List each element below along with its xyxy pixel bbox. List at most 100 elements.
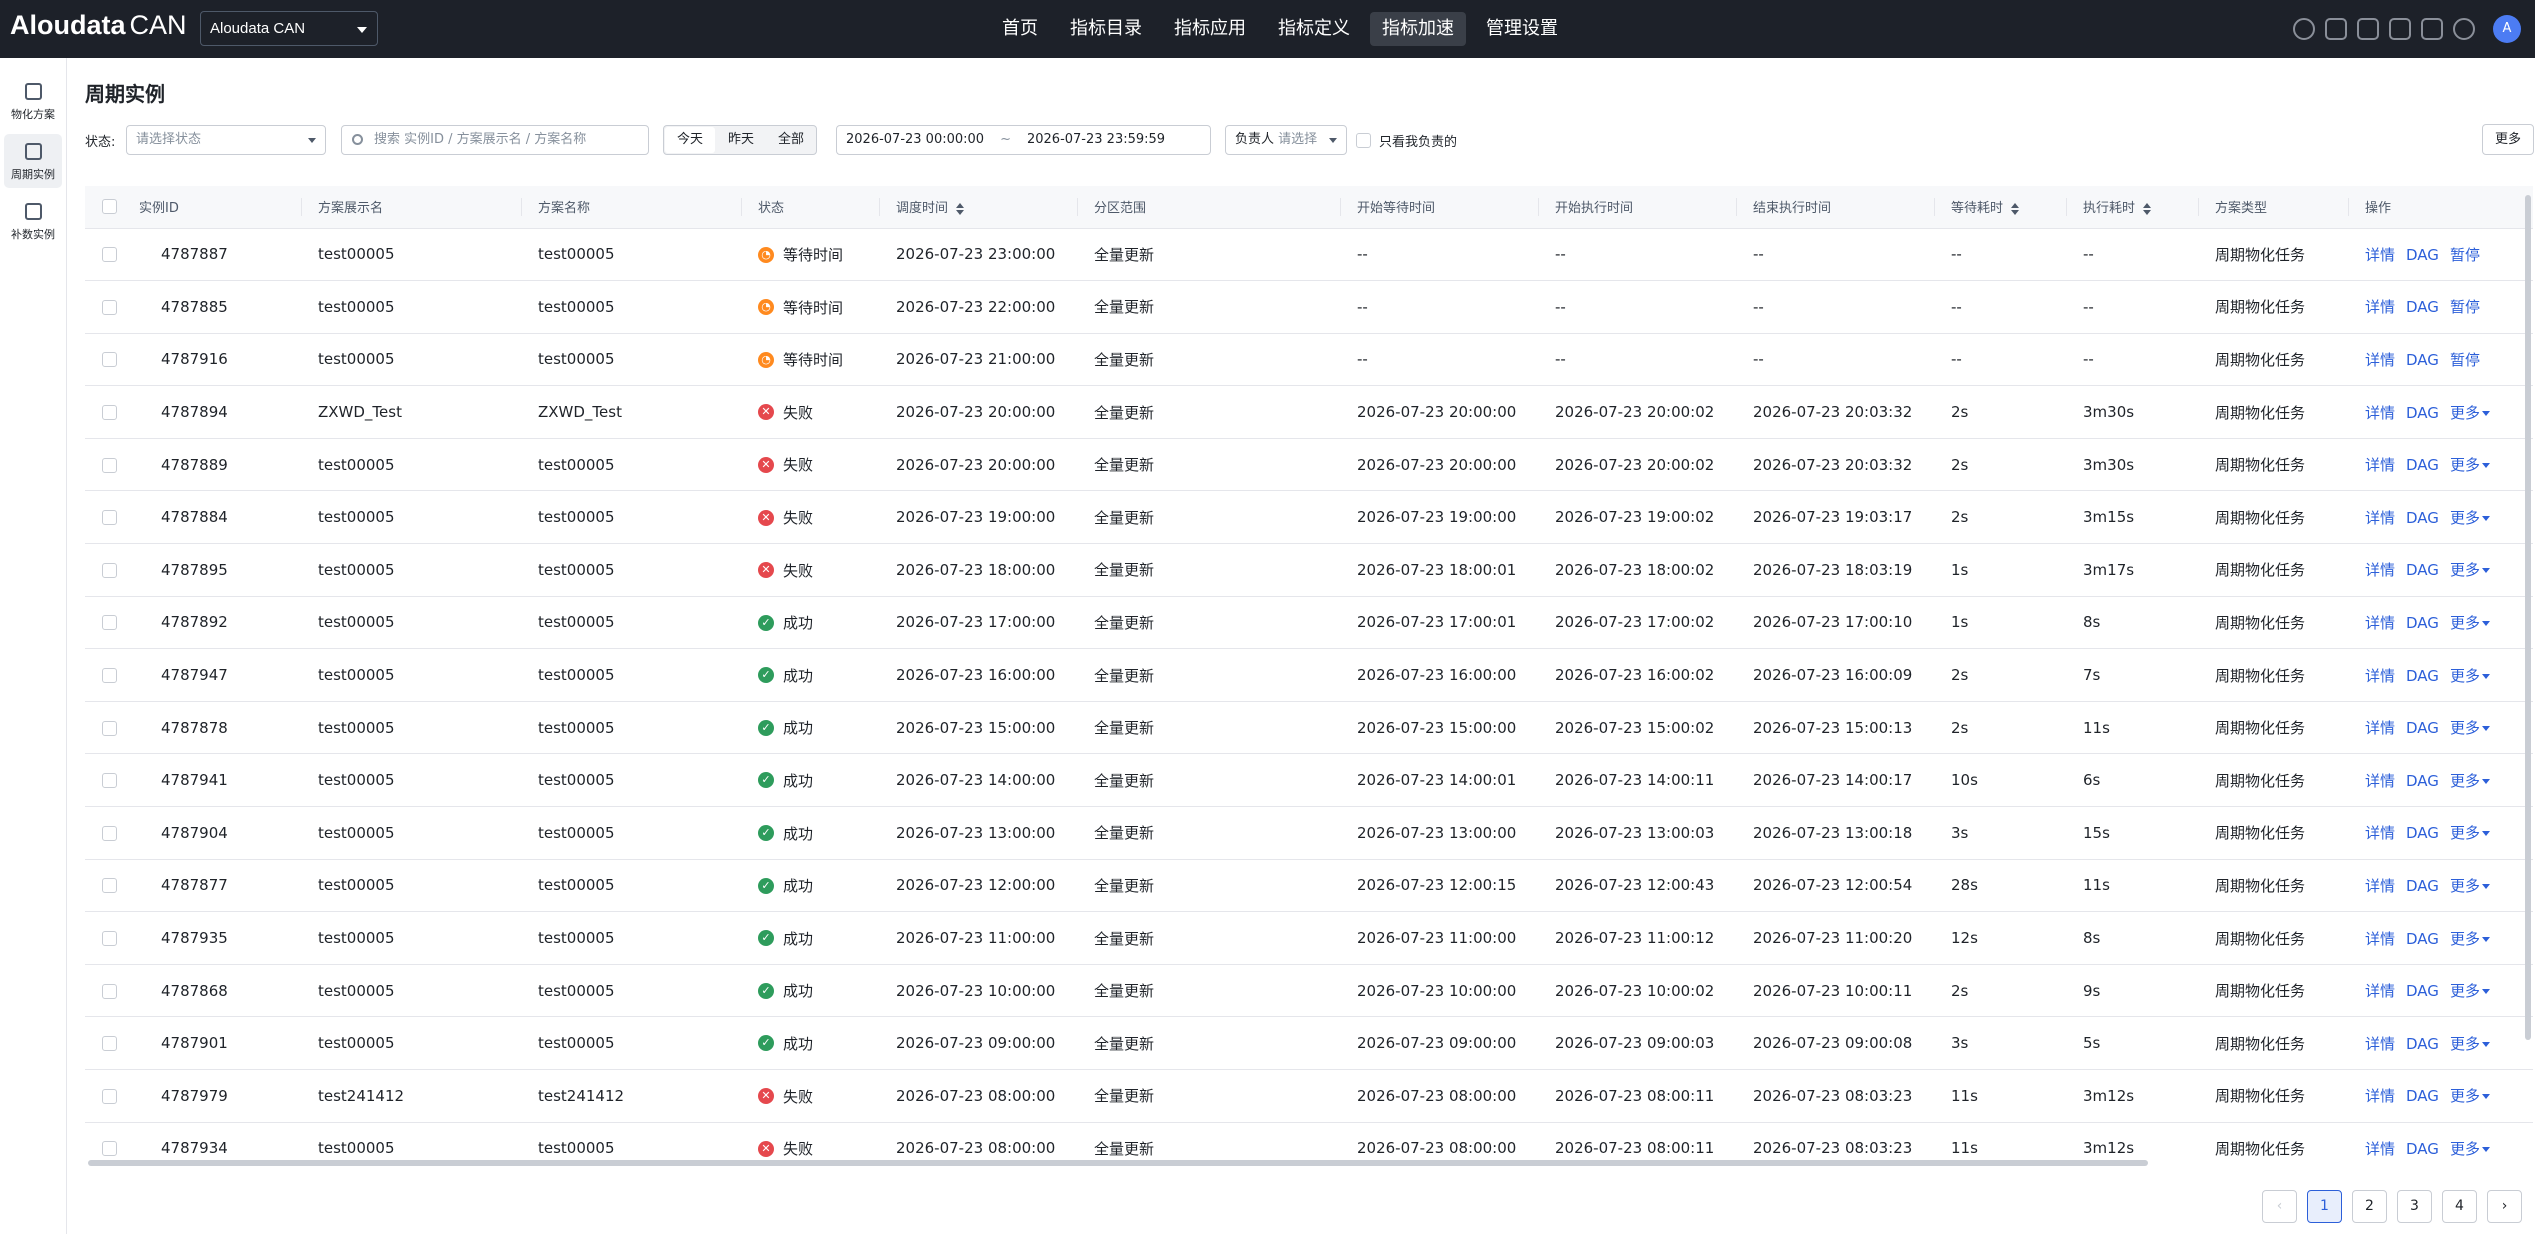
sort-icon[interactable] <box>956 202 965 215</box>
row-select[interactable] <box>85 964 139 1018</box>
detail-link[interactable]: 详情 <box>2365 351 2395 369</box>
detail-link[interactable]: 详情 <box>2365 877 2395 895</box>
table-row[interactable]: 4787877 test00005 test00005 ✓ 成功 2026-07-23 1… <box>85 859 2533 913</box>
more-dropdown[interactable]: 更多 <box>2450 1087 2480 1105</box>
checkbox[interactable] <box>102 615 117 631</box>
chevron-down-icon[interactable] <box>2481 1146 2490 1152</box>
row-select[interactable] <box>85 280 139 334</box>
more-dropdown[interactable]: 更多 <box>2450 1140 2480 1158</box>
table-row[interactable]: 4787935 test00005 test00005 ✓ 成功 2026-07-23 1… <box>85 911 2533 965</box>
detail-link[interactable]: 详情 <box>2365 1087 2395 1105</box>
more-dropdown[interactable]: 更多 <box>2450 561 2480 579</box>
page-2[interactable]: 2 <box>2352 1190 2387 1223</box>
table-row[interactable]: 4787885 test00005 test00005 ◔ 等待时间 2026-07-23… <box>85 280 2533 334</box>
checkbox[interactable] <box>102 773 117 789</box>
row-select[interactable] <box>85 1069 139 1123</box>
dag-link[interactable]: DAG <box>2406 930 2439 948</box>
row-select[interactable] <box>85 596 139 650</box>
row-select[interactable] <box>85 859 139 913</box>
dag-link[interactable]: DAG <box>2406 824 2439 842</box>
dag-link[interactable]: DAG <box>2406 1035 2439 1053</box>
detail-link[interactable]: 详情 <box>2365 561 2395 579</box>
pause-link[interactable]: 暂停 <box>2450 298 2480 316</box>
table-row[interactable]: 4787889 test00005 test00005 ✕ 失败 2026-07-23 2… <box>85 438 2533 492</box>
row-select[interactable] <box>85 1016 139 1070</box>
detail-link[interactable]: 详情 <box>2365 404 2395 422</box>
date-tab-0[interactable]: 今天 <box>665 127 716 153</box>
detail-link[interactable]: 详情 <box>2365 456 2395 474</box>
chevron-down-icon[interactable] <box>2481 410 2490 416</box>
chevron-down-icon[interactable] <box>2481 989 2490 995</box>
dag-link[interactable]: DAG <box>2406 351 2439 369</box>
nav-item-1[interactable]: 指标目录 <box>1058 12 1154 46</box>
chevron-down-icon[interactable] <box>2481 726 2490 732</box>
sidebar-item-2[interactable]: 补数实例 <box>4 194 62 248</box>
download-icon[interactable] <box>2421 18 2443 40</box>
next-page-button[interactable]: › <box>2487 1190 2522 1223</box>
checkbox[interactable] <box>102 299 117 315</box>
table-row[interactable]: 4787892 test00005 test00005 ✓ 成功 2026-07-23 1… <box>85 596 2533 650</box>
date-tab-2[interactable]: 全部 <box>766 126 816 154</box>
date-range-picker[interactable]: 2026-07-23 00:00:00 ~2026-07-23 23:59:59 <box>836 125 1211 155</box>
checkbox[interactable] <box>102 983 117 999</box>
row-select[interactable] <box>85 543 139 597</box>
dag-link[interactable]: DAG <box>2406 456 2439 474</box>
row-select[interactable] <box>85 438 139 492</box>
dag-link[interactable]: DAG <box>2406 1140 2439 1158</box>
pause-link[interactable]: 暂停 <box>2450 246 2480 264</box>
row-select[interactable] <box>85 228 139 282</box>
detail-link[interactable]: 详情 <box>2365 298 2395 316</box>
search-input[interactable]: 搜索 实例ID / 方案展示名 / 方案名称 <box>341 125 649 155</box>
more-dropdown[interactable]: 更多 <box>2450 772 2480 790</box>
detail-link[interactable]: 详情 <box>2365 824 2395 842</box>
dag-link[interactable]: DAG <box>2406 772 2439 790</box>
prev-page-button[interactable]: ‹ <box>2262 1190 2297 1223</box>
table-row[interactable]: 4787894 ZXWD_Test ZXWD_Test ✕ 失败 2026-07-23 2… <box>85 385 2533 439</box>
chevron-down-icon[interactable] <box>2481 515 2490 521</box>
only-mine-checkbox[interactable]: 只看我负责的 <box>1356 125 1457 155</box>
more-dropdown[interactable]: 更多 <box>2450 930 2480 948</box>
chevron-down-icon[interactable] <box>2481 463 2490 469</box>
row-select[interactable] <box>85 333 139 387</box>
table-row[interactable]: 4787901 test00005 test00005 ✓ 成功 2026-07-23 0… <box>85 1016 2533 1070</box>
more-dropdown[interactable]: 更多 <box>2450 614 2480 632</box>
more-dropdown[interactable]: 更多 <box>2450 667 2480 685</box>
table-row[interactable]: 4787904 test00005 test00005 ✓ 成功 2026-07-23 1… <box>85 806 2533 860</box>
chevron-down-icon[interactable] <box>2481 568 2490 574</box>
checkbox[interactable] <box>102 562 117 578</box>
row-select[interactable] <box>85 806 139 860</box>
detail-link[interactable]: 详情 <box>2365 246 2395 264</box>
row-select[interactable] <box>85 385 139 439</box>
checkbox[interactable] <box>102 352 117 368</box>
checkbox[interactable] <box>102 1036 117 1052</box>
header-select-all[interactable] <box>85 186 139 229</box>
checkbox[interactable] <box>102 510 117 526</box>
dag-link[interactable]: DAG <box>2406 246 2439 264</box>
detail-link[interactable]: 详情 <box>2365 772 2395 790</box>
detail-link[interactable]: 详情 <box>2365 509 2395 527</box>
detail-link[interactable]: 详情 <box>2365 930 2395 948</box>
dag-link[interactable]: DAG <box>2406 298 2439 316</box>
nav-item-0[interactable]: 首页 <box>990 12 1050 46</box>
more-dropdown[interactable]: 更多 <box>2450 877 2480 895</box>
detail-link[interactable]: 详情 <box>2365 719 2395 737</box>
nav-item-2[interactable]: 指标应用 <box>1162 12 1258 46</box>
clock-icon[interactable] <box>2293 18 2315 40</box>
avatar[interactable]: A <box>2493 15 2521 43</box>
dag-link[interactable]: DAG <box>2406 1087 2439 1105</box>
checkbox[interactable] <box>102 1088 117 1104</box>
nav-item-3[interactable]: 指标定义 <box>1266 12 1362 46</box>
row-select[interactable] <box>85 648 139 702</box>
row-select[interactable] <box>85 753 139 808</box>
dag-link[interactable]: DAG <box>2406 614 2439 632</box>
nav-item-4[interactable]: 指标加速 <box>1370 12 1466 46</box>
chevron-down-icon[interactable] <box>2481 1094 2490 1100</box>
more-dropdown[interactable]: 更多 <box>2450 719 2480 737</box>
detail-link[interactable]: 详情 <box>2365 1140 2395 1158</box>
more-dropdown[interactable]: 更多 <box>2450 982 2480 1000</box>
sort-icon[interactable] <box>2011 202 2020 215</box>
table-row[interactable]: 4787979 test241412 test241412 ✕ 失败 2026-07-23… <box>85 1069 2533 1123</box>
logo[interactable]: Aloudata CAN <box>10 10 187 41</box>
owner-select[interactable]: 负责人 请选择 <box>1225 125 1347 155</box>
page-1[interactable]: 1 <box>2307 1190 2342 1223</box>
